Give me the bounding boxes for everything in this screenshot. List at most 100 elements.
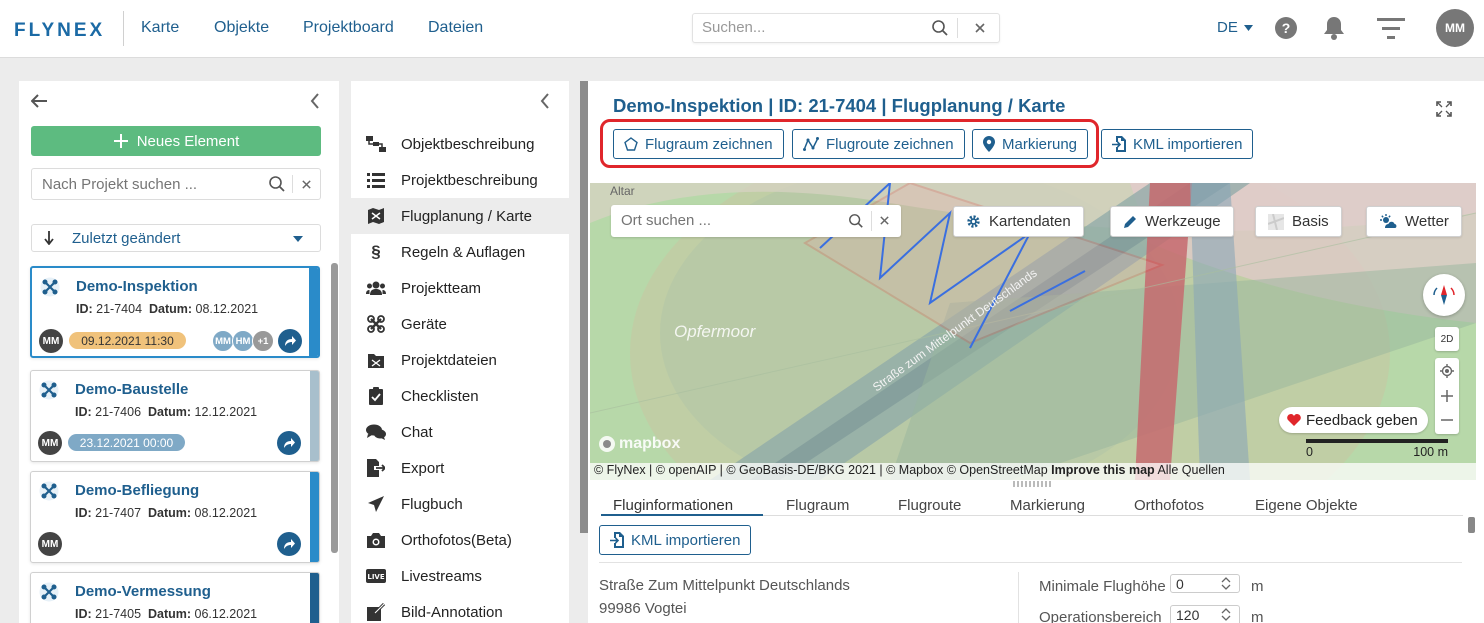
locate-icon[interactable] [1440,364,1454,378]
plus-icon [113,134,128,148]
menu-item-objektbeschreibung[interactable]: Objektbeschreibung [351,126,569,162]
all-sources-link[interactable]: Alle Quellen [1157,463,1224,477]
filter-icon[interactable] [1377,17,1405,41]
language-selector[interactable]: DE [1217,19,1253,36]
nav-dateien[interactable]: Dateien [428,19,483,37]
clear-search-icon[interactable] [974,22,986,34]
nav-objekte[interactable]: Objekte [214,19,269,37]
help-icon[interactable]: ? [1275,17,1297,39]
tab-flugraum[interactable]: Flugraum [786,497,849,514]
menu-item-bild-annotation[interactable]: Bild-Annotation [351,594,569,623]
flynex-logo[interactable]: FLYNEX [14,20,105,42]
fullscreen-icon[interactable] [1436,101,1452,117]
zoom-in-icon[interactable] [1440,389,1454,403]
global-search [692,13,1000,43]
user-avatar[interactable]: MM [1436,9,1474,47]
bell-icon[interactable] [1322,15,1346,41]
project-list-scrollbar[interactable] [331,263,338,553]
plane-icon [365,495,387,513]
menu-label: Bild-Annotation [401,603,503,621]
project-card-demo-befliegung[interactable]: Demo-Befliegung ID: 21-7407 Datum: 08.12… [30,471,320,563]
map-view[interactable]: Altar Opfermoor Straße zum Mittelpunkt D… [590,183,1476,480]
tab-flugroute[interactable]: Flugroute [898,497,961,514]
search-icon[interactable] [268,175,286,193]
tab-eigene-objekte[interactable]: Eigene Objekte [1255,497,1358,514]
clear-search-icon[interactable] [879,215,890,226]
menu-item-projektdateien[interactable]: Projektdateien [351,342,569,378]
menu-label: Livestreams [401,567,482,585]
sort-dropdown[interactable]: Zuletzt geändert [31,224,321,252]
op-area-input[interactable]: 120 [1170,605,1240,623]
menu-item-regeln[interactable]: § Regeln & Auflagen [351,234,569,270]
menu-label: Projektteam [401,279,482,297]
menu-item-projektbeschreibung[interactable]: Projektbeschreibung [351,162,569,198]
panel-resize-handle[interactable] [580,81,588,533]
polygon-icon [624,137,638,151]
marker-button[interactable]: Markierung [972,129,1089,159]
clear-search-icon[interactable] [301,179,312,190]
menu-item-chat[interactable]: Chat [351,414,569,450]
global-search-input[interactable] [702,19,922,36]
project-card-demo-vermessung[interactable]: Demo-Vermessung ID: 21-7405 Datum: 06.12… [30,572,320,623]
base-layer-button[interactable]: Basis [1255,206,1342,237]
tools-button[interactable]: Werkzeuge [1110,206,1234,237]
min-height-input[interactable]: 0 [1170,574,1240,593]
caret-down-icon [293,236,303,242]
menu-item-checklisten[interactable]: Checklisten [351,378,569,414]
nav-projektboard[interactable]: Projektboard [303,19,394,37]
map-scale-bar: 0 100 m [1306,439,1448,459]
menu-item-flugbuch[interactable]: Flugbuch [351,486,569,522]
share-icon[interactable] [278,329,302,353]
detail-scrollbar[interactable] [1468,517,1475,533]
stepper-arrows-icon[interactable] [1221,576,1231,591]
map-resize-handle[interactable] [1013,481,1053,487]
place-search-input[interactable] [621,212,841,229]
search-icon[interactable] [848,213,864,229]
new-element-label: Neues Element [136,132,240,150]
menu-item-livestreams[interactable]: LIVE Livestreams [351,558,569,594]
improve-map-link[interactable]: Improve this map [1051,463,1155,477]
toggle-2d-button[interactable]: 2D [1435,327,1459,351]
owner-avatar: MM [38,532,62,556]
menu-item-projektteam[interactable]: Projektteam [351,270,569,306]
owner-avatar: MM [39,329,63,353]
tab-fluginformationen[interactable]: Fluginformationen [613,497,733,514]
collapse-chevron-icon[interactable] [310,93,320,109]
share-icon[interactable] [277,532,301,556]
mapbox-logo[interactable]: mapbox [598,435,680,453]
share-icon[interactable] [277,431,301,455]
back-arrow-icon[interactable] [31,94,47,108]
new-element-button[interactable]: Neues Element [31,126,321,156]
project-card-demo-baustelle[interactable]: Demo-Baustelle ID: 21-7406 Datum: 12.12.… [30,370,320,462]
draw-flight-route-button[interactable]: Flugroute zeichnen [792,129,965,159]
draw-flight-area-button[interactable]: Flugraum zeichnen [613,129,784,159]
map-data-button[interactable]: Kartendaten [953,206,1084,237]
menu-item-orthofotos[interactable]: Orthofotos(Beta) [351,522,569,558]
kml-import-button[interactable]: KML importieren [1101,129,1254,159]
tab-markierung[interactable]: Markierung [1010,497,1085,514]
tab-orthofotos[interactable]: Orthofotos [1134,497,1204,514]
scale-end-label: 100 m [1413,445,1448,459]
compass-icon[interactable] [1423,274,1465,316]
menu-item-export[interactable]: Export [351,450,569,486]
kml-import-button-2[interactable]: KML importieren [599,525,752,555]
drone-icon [39,582,59,602]
weather-button[interactable]: Wetter [1366,206,1462,237]
member-avatar: MM [212,330,234,352]
map-label-altar: Altar [610,184,635,198]
project-meta: ID: 21-7407 Datum: 08.12.2021 [75,506,258,520]
project-search-input[interactable] [42,176,252,193]
menu-item-geraete[interactable]: Geräte [351,306,569,342]
nav-karte[interactable]: Karte [141,19,179,37]
collapse-chevron-icon[interactable] [540,93,550,109]
kml-import-label: KML importieren [1133,135,1243,153]
feedback-button[interactable]: Feedback geben [1279,407,1428,433]
project-card-demo-inspektion[interactable]: Demo-Inspektion ID: 21-7404 Datum: 08.12… [30,266,320,358]
map-attribution: © FlyNex | © openAIP | © GeoBasis-DE/BKG… [590,463,1476,480]
map-label-opfermoor: Opfermoor [674,322,756,341]
zoom-out-icon[interactable] [1440,413,1454,427]
stepper-arrows-icon[interactable] [1221,607,1231,622]
menu-item-flugplanung[interactable]: Flugplanung / Karte [351,198,569,234]
search-icon[interactable] [931,19,949,37]
date-badge: 09.12.2021 11:30 [69,332,186,349]
